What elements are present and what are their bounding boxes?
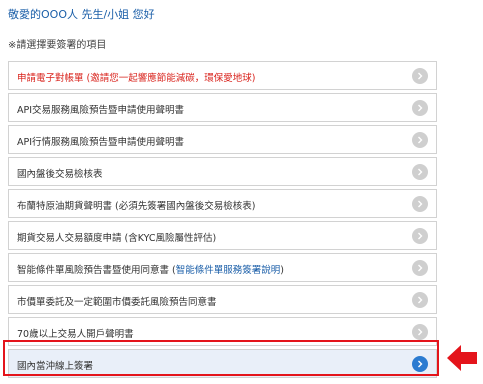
sign-item-label: 期貨交易人交易額度申請 (含KYC風險屬性評估) — [17, 233, 217, 244]
sign-item-market-order[interactable]: 市價單委託及一定範圍市價委託風險預告同意書 — [8, 285, 437, 314]
instruction-text: ※請選擇要簽署的項目 — [8, 40, 107, 51]
sign-item-label: 國內當沖線上簽署 — [17, 361, 94, 372]
chevron-right-icon[interactable] — [412, 196, 428, 212]
chevron-right-icon[interactable] — [412, 164, 428, 180]
sign-item-e-statement[interactable]: 申請電子對帳單 (邀請您一起響應節能減碳，環保愛地球) — [8, 61, 437, 90]
sign-item-label: 智能條件單風險預告書暨使用同意書 (智能條件單服務簽署說明) — [17, 262, 284, 276]
sign-item-label: 布蘭特原油期貨聲明書 (必須先簽署國內盤後交易檢核表) — [17, 201, 256, 212]
chevron-right-icon[interactable] — [412, 260, 428, 276]
sign-item-label: 申請電子對帳單 (邀請您一起響應節能減碳，環保愛地球) — [17, 73, 256, 84]
sign-item-label: API行情服務風險預告暨申請使用聲明書 — [17, 137, 185, 148]
sign-item-smart-order[interactable]: 智能條件單風險預告書暨使用同意書 (智能條件單服務簽署說明) — [8, 253, 437, 282]
chevron-right-icon[interactable] — [412, 292, 428, 308]
sign-item-after-hours-checklist[interactable]: 國內盤後交易檢核表 — [8, 157, 437, 186]
greeting-text: 敬愛的OOO人 先生/小姐 您好 — [8, 8, 155, 21]
sign-item-label: 70歲以上交易人開戶聲明書 — [17, 329, 134, 340]
sign-item-label: 國內盤後交易檢核表 — [17, 169, 103, 180]
sign-item-brent-crude[interactable]: 布蘭特原油期貨聲明書 (必須先簽署國內盤後交易檢核表) — [8, 189, 437, 218]
sign-item-label-suffix: ) — [280, 265, 284, 276]
chevron-right-icon[interactable] — [412, 324, 428, 340]
chevron-right-icon[interactable] — [412, 228, 428, 244]
sign-item-label: 市價單委託及一定範圍市價委託風險預告同意書 — [17, 297, 217, 308]
sign-item-day-trading[interactable]: 國內當沖線上簽署 — [8, 349, 437, 378]
sign-item-label: API交易服務風險預告暨申請使用聲明書 — [17, 105, 185, 116]
chevron-right-icon[interactable] — [412, 100, 428, 116]
sign-item-api-quote[interactable]: API行情服務風險預告暨申請使用聲明書 — [8, 125, 437, 154]
chevron-right-icon[interactable] — [412, 356, 428, 372]
sign-item-trading-limit[interactable]: 期貨交易人交易額度申請 (含KYC風險屬性評估) — [8, 221, 437, 250]
sign-item-list: 申請電子對帳單 (邀請您一起響應節能減碳，環保愛地球) API交易服務風險預告暨… — [8, 61, 437, 381]
arrow-left-icon — [447, 345, 477, 371]
sign-item-over-70[interactable]: 70歲以上交易人開戶聲明書 — [8, 317, 437, 346]
sign-item-label-text: 智能條件單風險預告書暨使用同意書 ( — [17, 265, 176, 276]
chevron-right-icon[interactable] — [412, 132, 428, 148]
sign-item-api-trade[interactable]: API交易服務風險預告暨申請使用聲明書 — [8, 93, 437, 122]
chevron-right-icon[interactable] — [412, 68, 428, 84]
smart-order-info-link[interactable]: 智能條件單服務簽署說明 — [176, 265, 281, 276]
